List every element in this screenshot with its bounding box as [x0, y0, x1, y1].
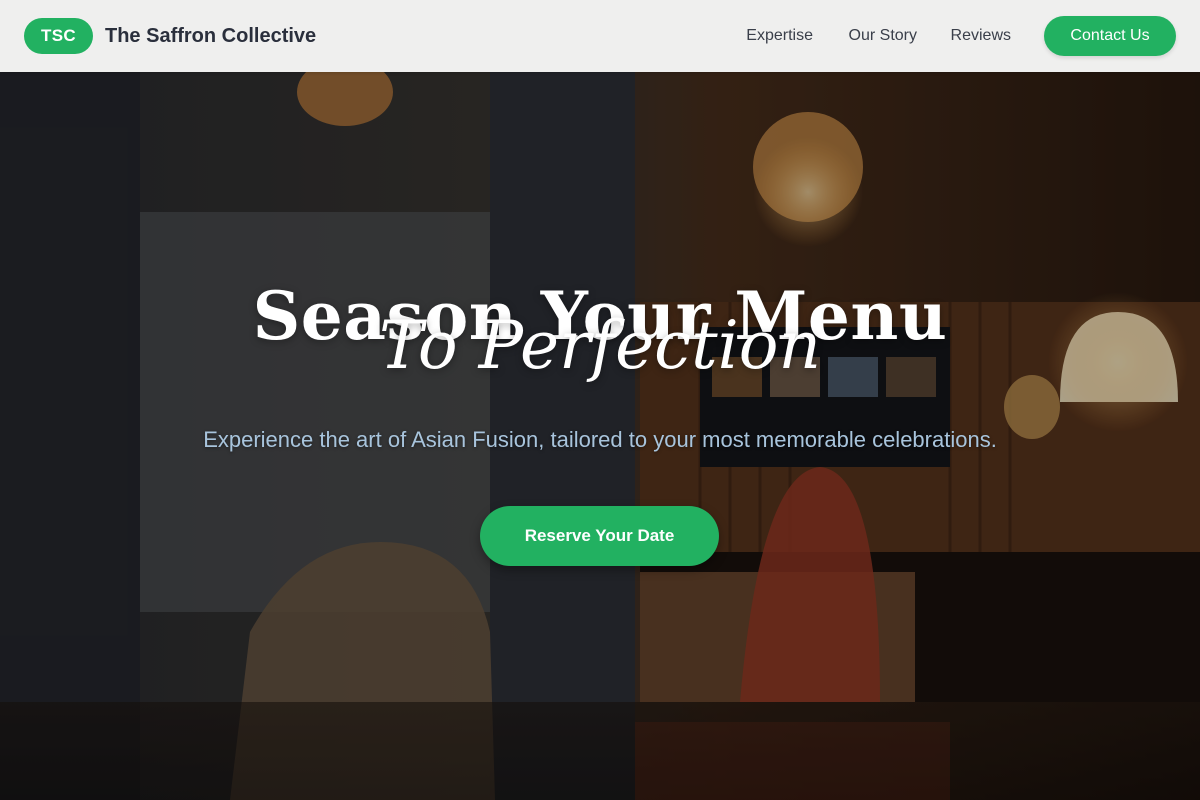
hero-subtitle: Experience the art of Asian Fusion, tail… — [203, 427, 997, 452]
hero-title-italic: To Perfection — [379, 307, 821, 384]
nav-link-expertise[interactable]: Expertise — [746, 26, 813, 46]
contact-us-button[interactable]: Contact Us — [1044, 16, 1176, 56]
logo-badge[interactable]: TSC — [24, 18, 93, 54]
nav-link-reviews[interactable]: Reviews — [951, 26, 1011, 46]
nav-link-our-story[interactable]: Our Story — [849, 26, 917, 46]
reserve-your-date-button[interactable]: Reserve Your Date — [480, 506, 719, 566]
brand-name[interactable]: The Saffron Collective — [105, 24, 316, 48]
hero-section: Season Your Menu To Perfection Experienc… — [0, 72, 1200, 800]
site-header: TSC The Saffron Collective Expertise Our… — [0, 0, 1200, 72]
